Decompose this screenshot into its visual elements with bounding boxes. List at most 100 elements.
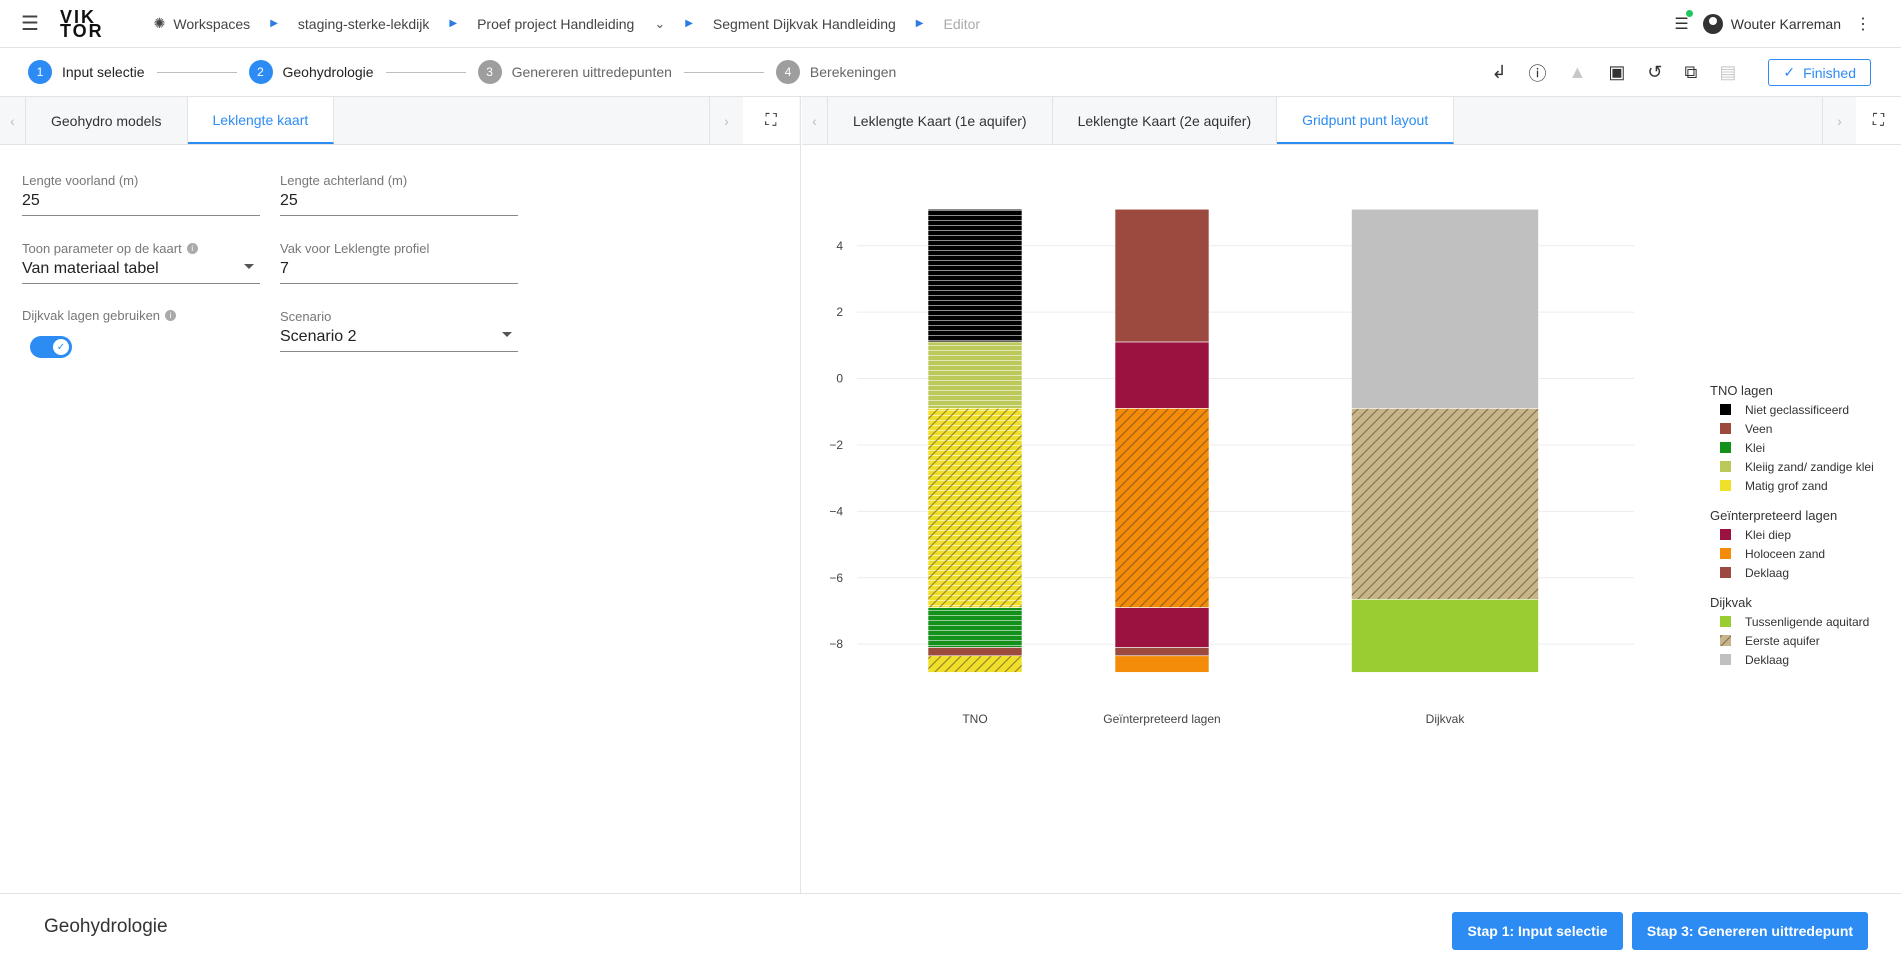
legend-item-label: Eerste aquifer bbox=[1745, 634, 1820, 648]
tab-leklengte-2e-aquifer[interactable]: Leklengte Kaart (2e aquifer) bbox=[1053, 97, 1278, 144]
finished-button[interactable]: ✓ Finished bbox=[1768, 59, 1871, 86]
user-menu[interactable]: Wouter Karreman bbox=[1702, 14, 1841, 34]
layer-profile-chart: Niet geclassificeerd Kleiig zand/ zandige… bbox=[829, 208, 1874, 726]
return-icon[interactable]: ↲ bbox=[1491, 62, 1506, 83]
breadcrumb-editor: Editor bbox=[944, 16, 981, 32]
history-icon[interactable]: ↺ bbox=[1647, 62, 1662, 83]
step-3[interactable]: 3 Genereren uittredepunten bbox=[477, 60, 672, 84]
step-label: Berekeningen bbox=[809, 64, 897, 80]
left-tabbar: ‹ Geohydro models Leklengte kaart › ⛶ bbox=[0, 97, 800, 145]
tab-leklengte-kaart[interactable]: Leklengte kaart bbox=[187, 97, 335, 144]
bar-segment: Holoceen zand bbox=[1114, 655, 1210, 673]
chevron-left-icon[interactable]: ‹ bbox=[802, 97, 828, 144]
y-tick-label: 0 bbox=[836, 372, 843, 386]
chart-x-axis: TNO Geïnterpreteerd lagen Dijkvak bbox=[962, 712, 1465, 726]
tab-geohydro-models[interactable]: Geohydro models bbox=[26, 97, 188, 144]
legend-item-label: Matig grof zand bbox=[1745, 479, 1828, 493]
step-2[interactable]: 2 Geohydrologie bbox=[248, 60, 374, 84]
field-label: Lengte voorland (m) bbox=[22, 173, 139, 188]
tab-label: Leklengte Kaart (1e aquifer) bbox=[853, 112, 1027, 129]
vak-profiel-input[interactable]: 7 bbox=[280, 256, 518, 284]
step-connector bbox=[385, 71, 466, 73]
chevron-left-icon[interactable]: ‹ bbox=[0, 97, 26, 144]
notifications-icon[interactable]: ☰ bbox=[1674, 10, 1693, 34]
x-tick-label: TNO bbox=[962, 712, 987, 726]
viktor-logo[interactable]: VIK TOR bbox=[60, 8, 104, 41]
chart-legend: TNO lagen Niet geclassificeerd Veen Klei Kle… bbox=[1710, 383, 1874, 667]
info-icon[interactable]: i bbox=[165, 310, 177, 321]
footer-bar: Geohydrologie Stap 1: Input selectie Sta… bbox=[0, 893, 1901, 959]
bar-segment: Eerste aquifer bbox=[1351, 408, 1539, 600]
tab-label: Leklengte Kaart (2e aquifer) bbox=[1077, 112, 1252, 129]
fullscreen-icon[interactable]: ⛶ bbox=[1856, 97, 1901, 144]
more-vert-icon[interactable]: ⋮ bbox=[1855, 14, 1871, 34]
legend-swatch bbox=[1720, 423, 1731, 434]
bar-segment: Matig grof zand bbox=[927, 408, 1023, 608]
fullscreen-icon[interactable]: ⛶ bbox=[743, 97, 799, 144]
prev-step-button[interactable]: Stap 1: Input selectie bbox=[1452, 912, 1623, 950]
legend-group-title: TNO lagen bbox=[1710, 383, 1773, 398]
legend-item-label: Niet geclassificeerd bbox=[1745, 403, 1849, 417]
select-value: Scenario 2 bbox=[280, 328, 357, 345]
vak-profiel-field[interactable]: Vak voor Leklengte profiel 7 bbox=[280, 241, 518, 284]
tab-leklengte-1e-aquifer[interactable]: Leklengte Kaart (1e aquifer) bbox=[828, 97, 1053, 144]
x-tick-label: Geïnterpreteerd lagen bbox=[1103, 712, 1220, 726]
scenario-field[interactable]: Scenario Scenario 2 bbox=[280, 309, 518, 352]
scenario-select[interactable]: Scenario 2 bbox=[280, 324, 518, 352]
info-icon[interactable]: ⓘ bbox=[1529, 60, 1547, 86]
lengte-voorland-field[interactable]: Lengte voorland (m) 25 bbox=[22, 173, 260, 216]
menu-icon[interactable]: ☰ bbox=[0, 11, 60, 36]
legend-swatch bbox=[1720, 635, 1731, 646]
step-label: Genereren uittredepunten bbox=[511, 64, 672, 80]
bar-segment: Holoceen zand bbox=[1114, 408, 1210, 608]
step-4[interactable]: 4 Berekeningen bbox=[775, 60, 897, 84]
breadcrumb-project[interactable]: Proef project Handleiding ⌄ bbox=[477, 16, 665, 32]
lengte-achterland-input[interactable]: 25 bbox=[280, 188, 518, 216]
lengte-voorland-input[interactable]: 25 bbox=[22, 188, 260, 216]
avatar bbox=[1702, 14, 1723, 34]
notification-dot bbox=[1685, 10, 1693, 17]
legend-swatch bbox=[1720, 442, 1731, 453]
save-icon[interactable]: ▣ bbox=[1608, 62, 1625, 83]
breadcrumb-workspace[interactable]: staging-sterke-lekdijk bbox=[298, 16, 430, 32]
legend-item-label: Kleiig zand/ zandige klei bbox=[1745, 460, 1874, 474]
dijkvak-lagen-toggle[interactable]: ✓ bbox=[30, 336, 72, 358]
dijkvak-lagen-field: Dijkvak lagen gebruiken i bbox=[22, 308, 177, 323]
button-label: Stap 3: Genereren uittredepunt bbox=[1646, 923, 1854, 939]
step-1[interactable]: 1 Input selectie bbox=[28, 60, 145, 84]
breadcrumb-separator-icon: ▶ bbox=[685, 18, 693, 29]
tab-label: Leklengte kaart bbox=[212, 111, 309, 128]
breadcrumb: ✺ Workspaces ▶ staging-sterke-lekdijk ▶ … bbox=[154, 15, 980, 32]
tab-label: Geohydro models bbox=[51, 112, 162, 129]
breadcrumb-workspaces[interactable]: ✺ Workspaces bbox=[154, 15, 251, 32]
tree-icon[interactable]: ⧉ bbox=[1684, 62, 1697, 83]
toon-parameter-select[interactable]: Van materiaal tabel bbox=[22, 256, 260, 284]
select-value: Van materiaal tabel bbox=[22, 260, 159, 277]
legend-swatch bbox=[1720, 616, 1731, 627]
lengte-achterland-field[interactable]: Lengte achterland (m) 25 bbox=[280, 173, 518, 216]
bar-segment: Klei diep bbox=[1114, 341, 1210, 409]
bar-segment: Niet geclassificeerd bbox=[927, 208, 1023, 343]
warning-icon: ▲ bbox=[1568, 62, 1587, 82]
legend-group-title: Dijkvak bbox=[1710, 595, 1752, 610]
step-label: Geohydrologie bbox=[282, 64, 374, 80]
bar-segment: Veen bbox=[927, 647, 1023, 657]
breadcrumb-segment[interactable]: Segment Dijkvak Handleiding bbox=[713, 16, 896, 32]
tab-gridpunt-layout[interactable]: Gridpunt punt layout bbox=[1277, 97, 1455, 144]
breadcrumb-label: Workspaces bbox=[173, 15, 251, 32]
field-label: Lengte achterland (m) bbox=[280, 173, 408, 188]
chevron-right-icon[interactable]: › bbox=[1822, 97, 1856, 144]
chevron-down-icon[interactable]: ⌄ bbox=[654, 16, 665, 32]
legend-item-label: Holoceen zand bbox=[1745, 547, 1825, 561]
x-tick-label: Dijkvak bbox=[1426, 712, 1466, 726]
chevron-right-icon[interactable]: › bbox=[709, 97, 743, 144]
next-step-button[interactable]: Stap 3: Genereren uittredepunt bbox=[1632, 912, 1868, 950]
logo-line-2: TOR bbox=[60, 20, 104, 41]
legend-swatch bbox=[1720, 548, 1731, 559]
breadcrumb-separator-icon: ▶ bbox=[270, 18, 278, 29]
tab-label: Gridpunt punt layout bbox=[1302, 111, 1429, 128]
info-icon[interactable]: i bbox=[186, 243, 198, 254]
toon-parameter-field[interactable]: Toon parameter op de kaart i Van materia… bbox=[22, 241, 260, 284]
legend-group-title: Geïnterpreteerd lagen bbox=[1710, 508, 1837, 523]
bar-segment: Klei bbox=[927, 607, 1023, 648]
